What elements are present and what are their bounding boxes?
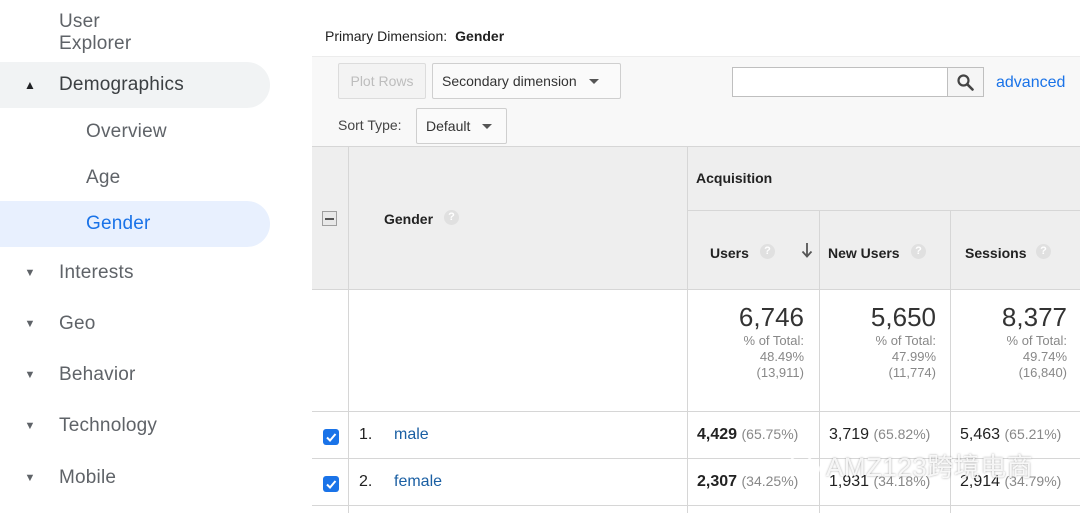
sort-type-dropdown[interactable]: Default (416, 108, 507, 144)
help-icon[interactable]: ? (760, 244, 775, 259)
total-value: (13,911) (756, 365, 804, 380)
caret-up-icon: ▲ (23, 78, 37, 92)
total-value: (11,774) (888, 365, 936, 380)
secondary-dimension-dropdown[interactable]: Secondary dimension (432, 63, 621, 99)
pct-label: % of Total: (1006, 333, 1067, 348)
pct-value: 48.49% (759, 349, 804, 364)
total-users-pct: % of Total: 48.49% (13,911) (744, 333, 804, 381)
total-value: (16,840) (1018, 365, 1067, 380)
caret-down-icon: ▼ (24, 267, 36, 279)
divider (312, 289, 1080, 290)
sort-descending-icon[interactable] (801, 242, 813, 258)
column-header-sessions[interactable]: Sessions (965, 245, 1026, 261)
search-icon (957, 73, 974, 91)
pct-label: % of Total: (743, 333, 804, 348)
row-users-pct: (65.75%) (741, 426, 799, 442)
watermark: AMZ123跨境电商 (788, 447, 1033, 484)
total-new-users-value: 5,650 (870, 302, 936, 332)
report-panel: Primary Dimension: Gender Plot Rows Secon… (312, 0, 1080, 513)
plot-rows-label: Plot Rows (350, 73, 414, 89)
sidebar-item-label: Behavior (59, 364, 136, 385)
sort-type-label: Sort Type: (338, 117, 402, 133)
help-icon[interactable]: ? (911, 244, 926, 259)
primary-dimension: Primary Dimension: Gender (325, 28, 504, 44)
help-icon[interactable]: ? (1036, 244, 1051, 259)
check-icon (326, 480, 337, 489)
search-button[interactable] (947, 67, 984, 97)
divider (312, 146, 1080, 147)
pct-value: 47.99% (891, 349, 936, 364)
divider (687, 146, 688, 513)
row-sessions-cell: 5,463 (65.21%) (960, 426, 1061, 444)
sidebar-item-label: User Explorer (59, 11, 132, 54)
pct-label: % of Total: (875, 333, 936, 348)
row-users: 2,307 (697, 473, 738, 490)
sidebar-item-label: Geo (59, 313, 96, 334)
sidebar-item-label: Mobile (59, 467, 117, 488)
check-icon (326, 433, 337, 442)
column-header-new-users[interactable]: New Users (828, 245, 900, 261)
caret-down-icon: ▼ (24, 369, 36, 381)
row-dimension-link[interactable]: female (394, 473, 442, 491)
sidebar-item-label: Demographics (59, 74, 184, 95)
sidebar-item-label: Age (86, 167, 121, 188)
sort-type-value: Default (426, 118, 471, 134)
caret-down-icon: ▼ (24, 420, 36, 432)
row-checkbox[interactable] (323, 476, 339, 492)
sidebar: User Explorer ▲ Demographics Overview Ag… (0, 0, 310, 513)
caret-down-icon: ▼ (24, 472, 36, 484)
row-new-users-pct: (65.82%) (873, 426, 931, 442)
chevron-down-icon (588, 78, 599, 84)
pct-value: 49.74% (1022, 349, 1067, 364)
sidebar-item-demographics[interactable]: ▲ Demographics (0, 62, 270, 108)
minus-icon (325, 217, 334, 220)
secondary-dimension-label: Secondary dimension (442, 73, 577, 89)
divider (312, 411, 1080, 412)
sidebar-item-label: Gender (86, 213, 151, 234)
divider (687, 210, 1080, 211)
total-new-users-pct: % of Total: 47.99% (11,774) (876, 333, 936, 381)
caret-down-icon: ▼ (24, 318, 36, 330)
divider (348, 146, 349, 513)
row-users-cell: 2,307 (34.25%) (697, 473, 798, 491)
sidebar-item-label: Technology (59, 415, 158, 436)
plot-rows-button[interactable]: Plot Rows (338, 63, 426, 99)
watermark-text: AMZ123跨境电商 (826, 452, 1034, 482)
collapse-rows-toggle[interactable] (322, 211, 337, 226)
total-users-value: 6,746 (738, 302, 804, 332)
row-index: 1. (359, 426, 373, 443)
total-sessions-value: 8,377 (1001, 302, 1067, 332)
sidebar-item-label: Interests (59, 262, 134, 283)
row-dimension-link[interactable]: male (394, 426, 429, 444)
row-users: 4,429 (697, 426, 738, 443)
advanced-link[interactable]: advanced (996, 74, 1065, 92)
row-checkbox[interactable] (323, 429, 339, 445)
table-controls: Plot Rows Secondary dimension advanced S… (312, 56, 1080, 147)
primary-dimension-value[interactable]: Gender (455, 28, 504, 44)
sidebar-item-gender[interactable]: Gender (0, 201, 270, 247)
row-sessions: 5,463 (960, 426, 1001, 443)
column-group-acquisition: Acquisition (696, 170, 773, 186)
row-index: 2. (359, 473, 373, 490)
row-new-users-cell: 3,719 (65.82%) (829, 426, 930, 444)
wechat-icon (789, 453, 820, 477)
chevron-down-icon (482, 123, 493, 129)
row-sessions-pct: (65.21%) (1004, 426, 1062, 442)
divider (312, 505, 1080, 506)
row-new-users: 3,719 (829, 426, 870, 443)
total-sessions-pct: % of Total: 49.74% (16,840) (1007, 333, 1067, 381)
column-header-gender[interactable]: Gender (384, 211, 433, 227)
row-users-cell: 4,429 (65.75%) (697, 426, 798, 444)
column-header-users[interactable]: Users (710, 245, 749, 261)
sidebar-item-label: Overview (86, 121, 167, 142)
primary-dimension-label: Primary Dimension: (325, 28, 448, 44)
help-icon[interactable]: ? (444, 210, 459, 225)
search-input[interactable] (732, 67, 948, 97)
